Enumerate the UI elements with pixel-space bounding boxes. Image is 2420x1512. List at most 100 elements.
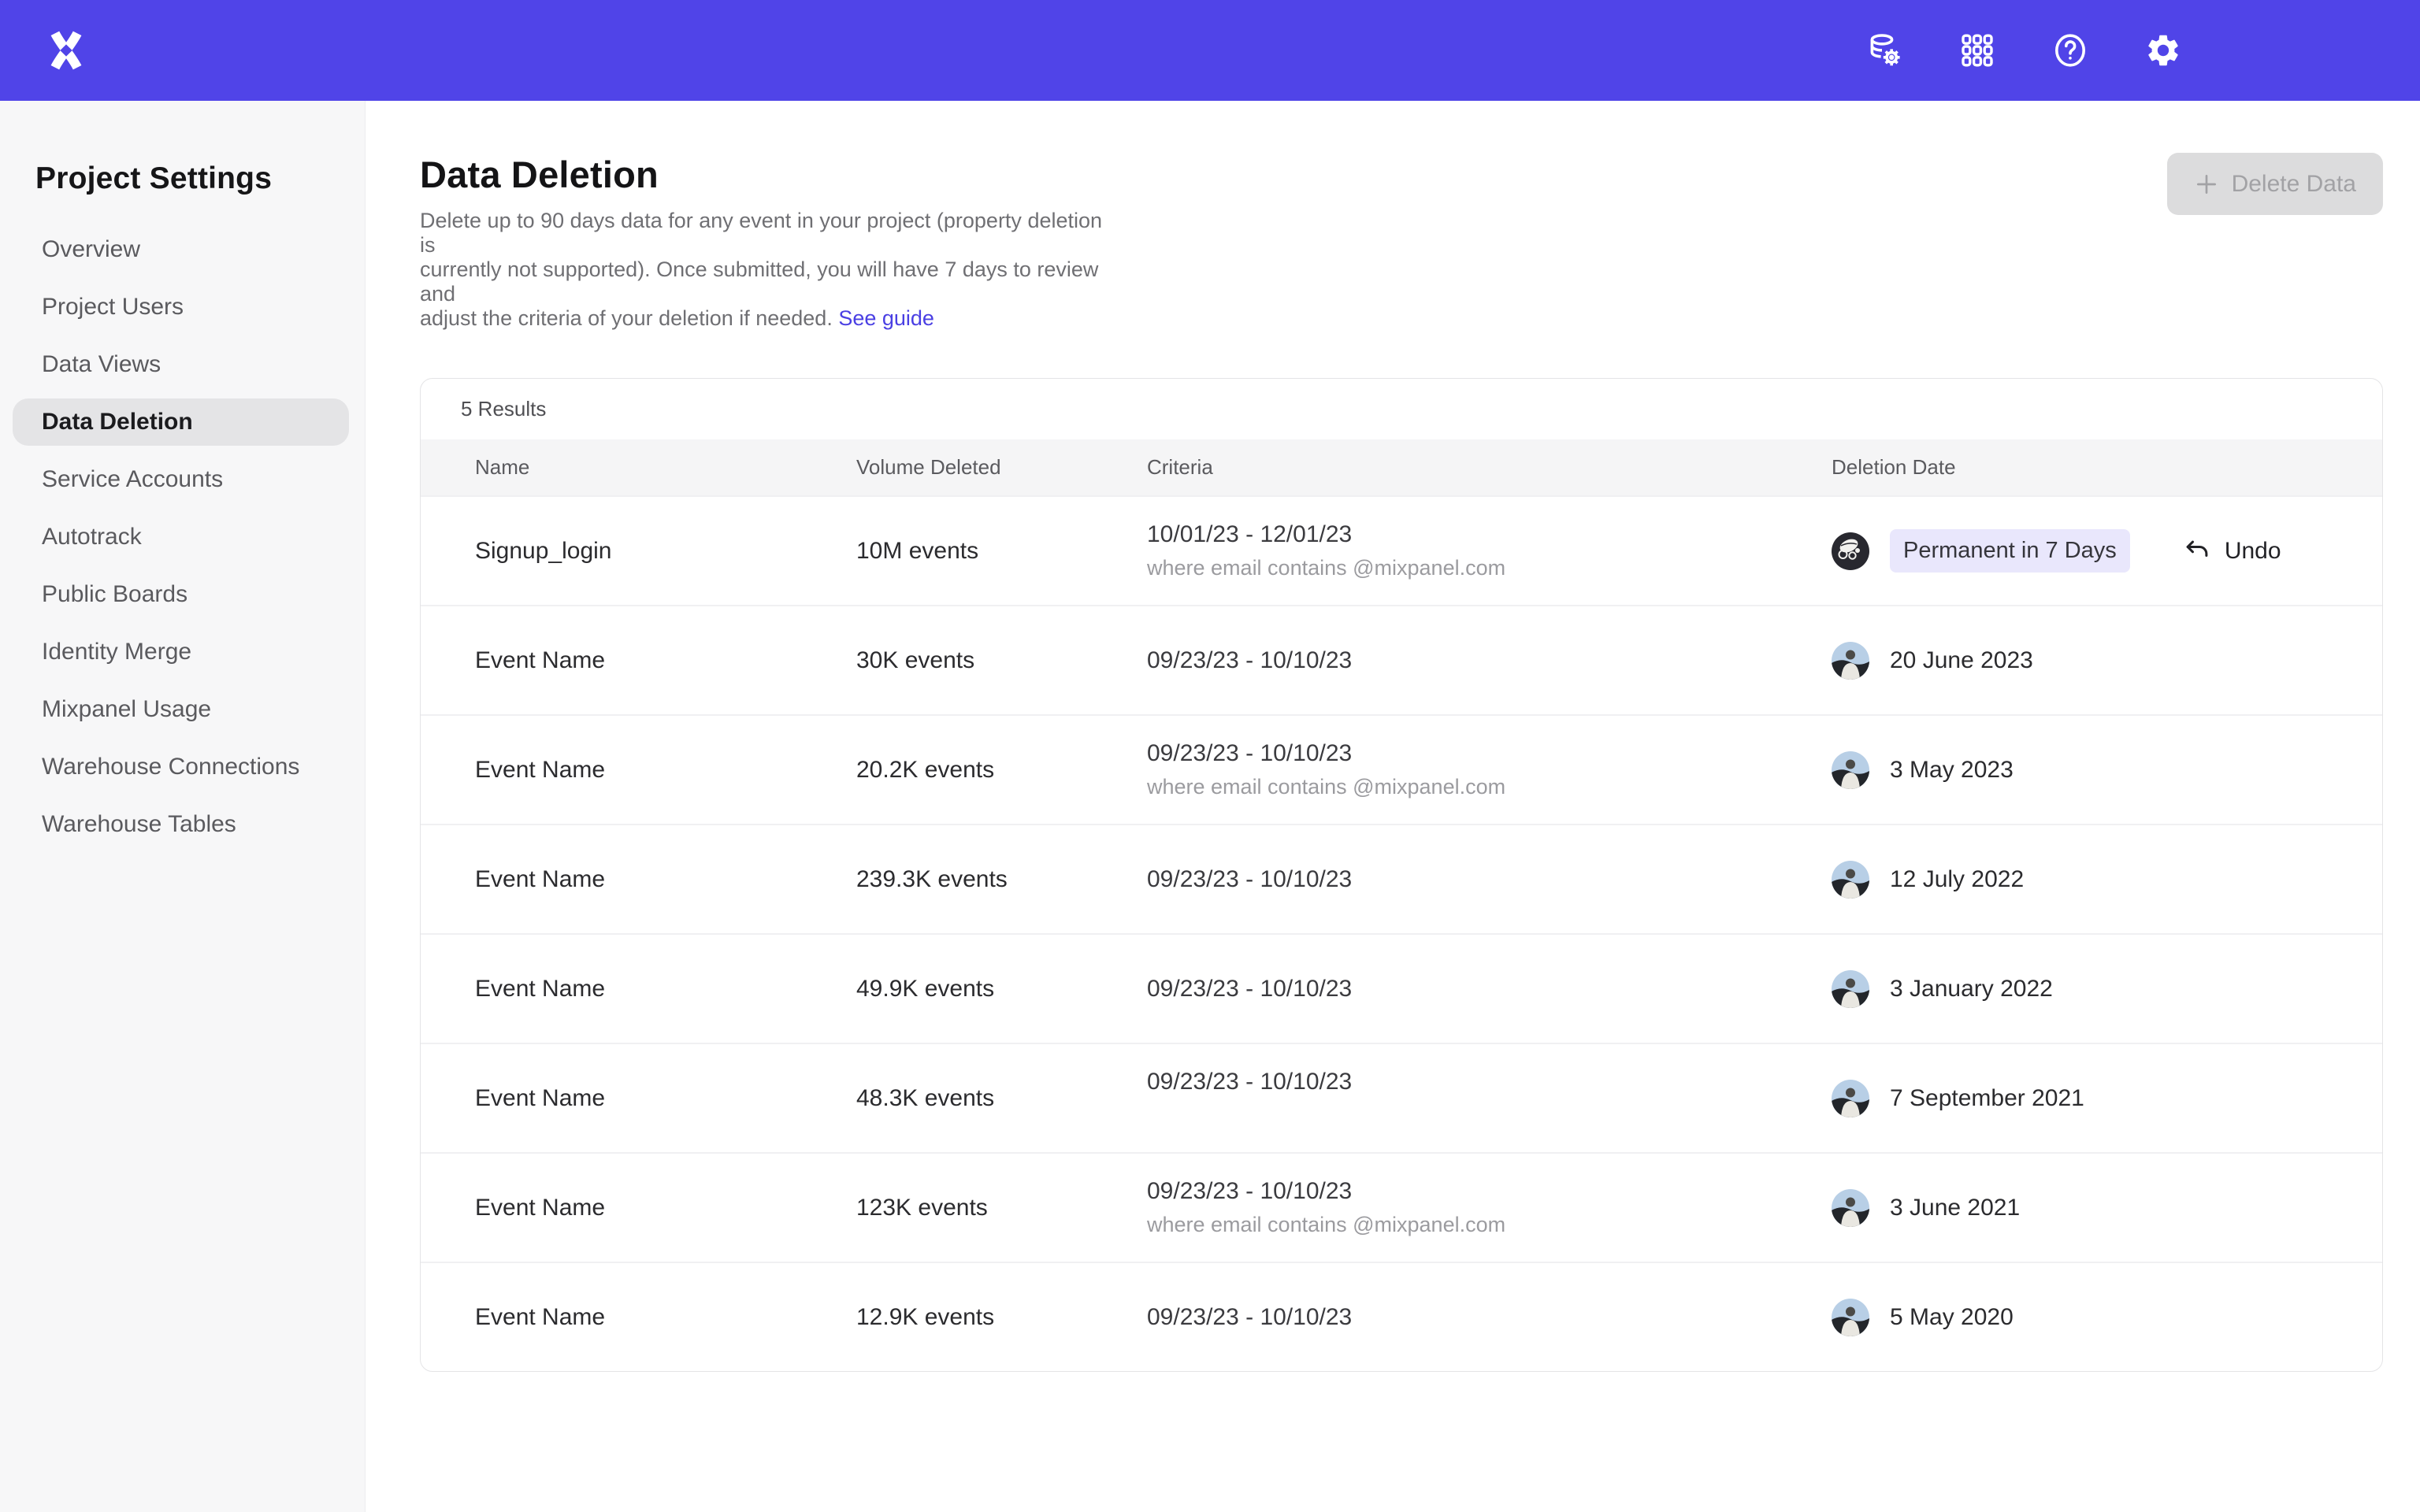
sidebar-title: Project Settings <box>0 161 365 196</box>
event-name-cell: Event Name <box>475 647 856 674</box>
criteria-range: 09/23/23 - 10/10/23 <box>1147 1304 1832 1331</box>
criteria-cell: 09/23/23 - 10/10/23 <box>1147 976 1832 1002</box>
criteria-range: 09/23/23 - 10/10/23 <box>1147 1178 1832 1205</box>
sidebar-item-label: Data Deletion <box>42 409 193 435</box>
avatar-photo <box>1832 1299 1869 1336</box>
avatar-photo <box>1832 1080 1869 1117</box>
sidebar-item-warehouse-connections[interactable]: Warehouse Connections <box>13 743 349 791</box>
avatar <box>1832 751 1869 789</box>
data-management-button[interactable] <box>1864 30 1905 71</box>
criteria-cell: 09/23/23 - 10/10/23 <box>1147 1304 1832 1331</box>
criteria-cell: 09/23/23 - 10/10/23 where email contains… <box>1147 740 1832 799</box>
avatar <box>1832 1080 1869 1117</box>
delete-data-button[interactable]: Delete Data <box>2167 153 2383 215</box>
description-line: adjust the criteria of your deletion if … <box>420 306 1113 331</box>
volume-cell: 10M events <box>856 538 1147 565</box>
sidebar-item-mixpanel-usage[interactable]: Mixpanel Usage <box>13 686 349 733</box>
criteria-filter: where email contains @mixpanel.com <box>1147 556 1832 580</box>
data-management-icon <box>1865 32 1903 69</box>
criteria-range: 09/23/23 - 10/10/23 <box>1147 740 1832 767</box>
avatar-illustration <box>1832 532 1869 570</box>
event-name-cell: Event Name <box>475 1304 856 1331</box>
sidebar-item-label: Warehouse Connections <box>42 754 299 780</box>
results-count: 5 Results <box>421 379 2382 439</box>
table-row: Event Name 123K events 09/23/23 - 10/10/… <box>421 1152 2382 1262</box>
apps-grid-button[interactable] <box>1957 30 1998 71</box>
deletion-date-cell: 3 May 2023 <box>1832 751 2351 789</box>
sidebar-item-label: Service Accounts <box>42 466 223 493</box>
avatar-photo <box>1832 970 1869 1008</box>
navbar-icons <box>1864 30 2184 71</box>
criteria-filter: where email contains @mixpanel.com <box>1147 1213 1832 1237</box>
criteria-cell: 09/23/23 - 10/10/23 <box>1147 866 1832 893</box>
event-name-cell: Event Name <box>475 866 856 893</box>
plus-icon <box>2194 172 2219 197</box>
volume-cell: 12.9K events <box>856 1304 1147 1331</box>
see-guide-link[interactable]: See guide <box>838 306 934 330</box>
undo-button[interactable]: Undo <box>2182 536 2281 566</box>
sidebar-item-label: Project Users <box>42 294 184 321</box>
event-name-cell: Event Name <box>475 1085 856 1112</box>
deletion-date: 20 June 2023 <box>1890 647 2033 674</box>
sidebar-item-label: Autotrack <box>42 524 142 550</box>
deletion-date-cell: 20 June 2023 <box>1832 642 2351 680</box>
sidebar-item-service-accounts[interactable]: Service Accounts <box>13 456 349 503</box>
table-row: Event Name 48.3K events 09/23/23 - 10/10… <box>421 1043 2382 1152</box>
sidebar-item-data-views[interactable]: Data Views <box>13 341 349 388</box>
deletion-date: 3 May 2023 <box>1890 757 2014 784</box>
deletion-date-cell: 12 July 2022 <box>1832 861 2351 899</box>
table-row: Signup_login 10M events 10/01/23 - 12/01… <box>421 495 2382 605</box>
avatar <box>1832 970 1869 1008</box>
settings-button[interactable] <box>2143 30 2184 71</box>
delete-data-label: Delete Data <box>2232 171 2356 198</box>
undo-icon <box>2182 536 2212 566</box>
volume-cell: 239.3K events <box>856 866 1147 893</box>
deletion-date-cell: Permanent in 7 Days Undo <box>1832 529 2351 573</box>
sidebar-item-data-deletion[interactable]: Data Deletion <box>13 398 349 446</box>
avatar <box>1832 642 1869 680</box>
status-badge: Permanent in 7 Days <box>1890 529 2130 573</box>
deletion-date: 12 July 2022 <box>1890 866 2024 893</box>
event-name-cell: Event Name <box>475 757 856 784</box>
table-row: Event Name 49.9K events 09/23/23 - 10/10… <box>421 933 2382 1043</box>
avatar <box>1832 861 1869 899</box>
project-settings-sidebar: Project Settings Overview Project Users … <box>0 101 366 1512</box>
criteria-range: 10/01/23 - 12/01/23 <box>1147 521 1832 548</box>
avatar-photo <box>1832 861 1869 899</box>
avatar-photo <box>1832 1189 1869 1227</box>
criteria-cell: 09/23/23 - 10/10/23 <box>1147 1069 1832 1128</box>
deletion-date-cell: 7 September 2021 <box>1832 1080 2351 1117</box>
volume-cell: 30K events <box>856 647 1147 674</box>
column-header-criteria: Criteria <box>1147 455 1832 480</box>
volume-cell: 123K events <box>856 1195 1147 1221</box>
avatar-photo <box>1832 642 1869 680</box>
sidebar-item-warehouse-tables[interactable]: Warehouse Tables <box>13 801 349 848</box>
criteria-range: 09/23/23 - 10/10/23 <box>1147 1069 1832 1095</box>
help-button[interactable] <box>2050 30 2091 71</box>
page-description: Delete up to 90 days data for any event … <box>420 209 1113 331</box>
settings-icon <box>2144 32 2182 69</box>
event-name-cell: Signup_login <box>475 538 856 565</box>
avatar <box>1832 1189 1869 1227</box>
sidebar-item-overview[interactable]: Overview <box>13 226 349 273</box>
sidebar-item-label: Mixpanel Usage <box>42 696 211 723</box>
deletion-date-cell: 5 May 2020 <box>1832 1299 2351 1336</box>
table-row: Event Name 12.9K events 09/23/23 - 10/10… <box>421 1262 2382 1371</box>
criteria-cell: 09/23/23 - 10/10/23 where email contains… <box>1147 1178 1832 1237</box>
sidebar-item-label: Overview <box>42 236 140 263</box>
sidebar-item-public-boards[interactable]: Public Boards <box>13 571 349 618</box>
column-header-volume-deleted: Volume Deleted <box>856 455 1147 480</box>
mixpanel-logo[interactable] <box>46 30 87 71</box>
volume-cell: 49.9K events <box>856 976 1147 1002</box>
sidebar-nav: Overview Project Users Data Views Data D… <box>0 226 365 848</box>
table-row: Event Name 30K events 09/23/23 - 10/10/2… <box>421 605 2382 714</box>
criteria-range: 09/23/23 - 10/10/23 <box>1147 647 1832 674</box>
deletion-results-card: 5 Results Name Volume Deleted Criteria D… <box>420 378 2383 1372</box>
sidebar-item-identity-merge[interactable]: Identity Merge <box>13 628 349 676</box>
description-line: Delete up to 90 days data for any event … <box>420 209 1113 258</box>
sidebar-item-autotrack[interactable]: Autotrack <box>13 513 349 561</box>
table-header-row: Name Volume Deleted Criteria Deletion Da… <box>421 439 2382 495</box>
volume-cell: 48.3K events <box>856 1085 1147 1112</box>
deletion-date: 5 May 2020 <box>1890 1304 2014 1331</box>
sidebar-item-project-users[interactable]: Project Users <box>13 284 349 331</box>
